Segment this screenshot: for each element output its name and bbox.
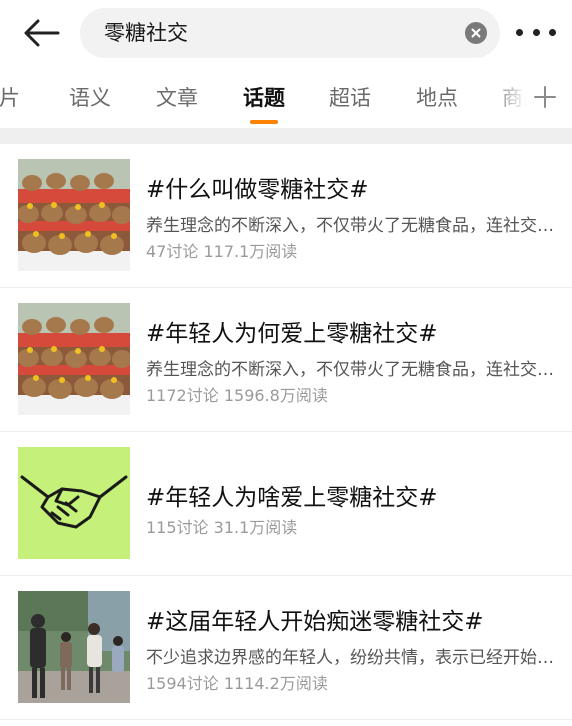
- topic-description: 养生理念的不断深入，不仅带火了无糖食品，连社交方式也变了: [146, 360, 554, 380]
- search-tabs: 图片 语义 文章 话题 超话 地点 商品: [0, 68, 572, 126]
- more-dots-icon: [516, 28, 523, 36]
- topic-stats: 1172讨论 1596.8万阅读: [146, 382, 328, 406]
- topic-title: #什么叫做零糖社交#: [146, 177, 369, 203]
- topic-row[interactable]: #年轻人为何爱上零糖社交# 养生理念的不断深入，不仅带火了无糖食品，连社交方式也…: [0, 288, 572, 432]
- arrow-left-icon: [24, 19, 60, 47]
- tab-semantic[interactable]: 语义: [69, 82, 111, 112]
- capybara-plush-photo: [18, 303, 130, 415]
- read-count: 117.1万阅读: [203, 242, 298, 261]
- topic-stats: 1594讨论 1114.2万阅读: [146, 670, 328, 694]
- read-count: 1114.2万阅读: [223, 674, 328, 693]
- topic-thumbnail: [18, 159, 130, 271]
- active-tab-indicator: [250, 120, 278, 124]
- more-button[interactable]: [516, 22, 556, 42]
- top-bar: 零糖社交: [0, 0, 572, 66]
- back-button[interactable]: [22, 14, 62, 52]
- topic-stats: 47讨论 117.1万阅读: [146, 238, 297, 262]
- search-input[interactable]: 零糖社交: [104, 8, 188, 58]
- topic-title: #这届年轻人开始痴迷零糖社交#: [146, 609, 484, 635]
- read-count: 31.1万阅读: [213, 518, 298, 537]
- topic-title: #年轻人为啥爱上零糖社交#: [146, 485, 438, 511]
- read-count: 1596.8万阅读: [223, 386, 328, 405]
- topic-thumbnail: [18, 303, 130, 415]
- topic-title: #年轻人为何爱上零糖社交#: [146, 321, 438, 347]
- search-box[interactable]: 零糖社交: [80, 8, 500, 58]
- topic-description: 养生理念的不断深入，不仅带火了无糖食品，连社交方式也变了: [146, 216, 554, 236]
- discussion-count: 1172讨论: [146, 386, 219, 405]
- discussion-count: 1594讨论: [146, 674, 219, 693]
- topic-description: 不少追求边界感的年轻人，纷纷共情，表示已经开始零糖社交: [146, 648, 554, 668]
- plus-icon: [534, 86, 556, 108]
- tab-articles[interactable]: 文章: [156, 82, 198, 112]
- clear-search-button[interactable]: [465, 22, 487, 44]
- tab-super-topics[interactable]: 超话: [329, 82, 371, 112]
- more-dots-icon: [532, 28, 540, 36]
- topic-row[interactable]: #这届年轻人开始痴迷零糖社交# 不少追求边界感的年轻人，纷纷共情，表示已经开始零…: [0, 576, 572, 720]
- discussion-count: 115讨论: [146, 518, 209, 537]
- topic-thumbnail: [18, 447, 130, 559]
- topic-stats: 115讨论 31.1万阅读: [146, 514, 297, 538]
- handshake-illustration: [18, 447, 130, 559]
- people-outdoor-photo: [18, 591, 130, 703]
- tab-topics[interactable]: 话题: [243, 82, 285, 112]
- more-dots-icon: [549, 28, 556, 36]
- discussion-count: 47讨论: [146, 242, 199, 261]
- section-divider: [0, 128, 572, 144]
- topic-row[interactable]: #什么叫做零糖社交# 养生理念的不断深入，不仅带火了无糖食品，连社交方式也变了 …: [0, 144, 572, 288]
- tab-images[interactable]: 图片: [0, 82, 20, 112]
- add-tab-button[interactable]: [530, 82, 560, 112]
- topic-thumbnail: [18, 591, 130, 703]
- capybara-plush-photo: [18, 159, 130, 271]
- topic-list: #什么叫做零糖社交# 养生理念的不断深入，不仅带火了无糖食品，连社交方式也变了 …: [0, 144, 572, 720]
- tab-places[interactable]: 地点: [416, 82, 458, 112]
- topic-row[interactable]: #年轻人为啥爱上零糖社交# 115讨论 31.1万阅读: [0, 432, 572, 576]
- close-icon: [471, 28, 481, 38]
